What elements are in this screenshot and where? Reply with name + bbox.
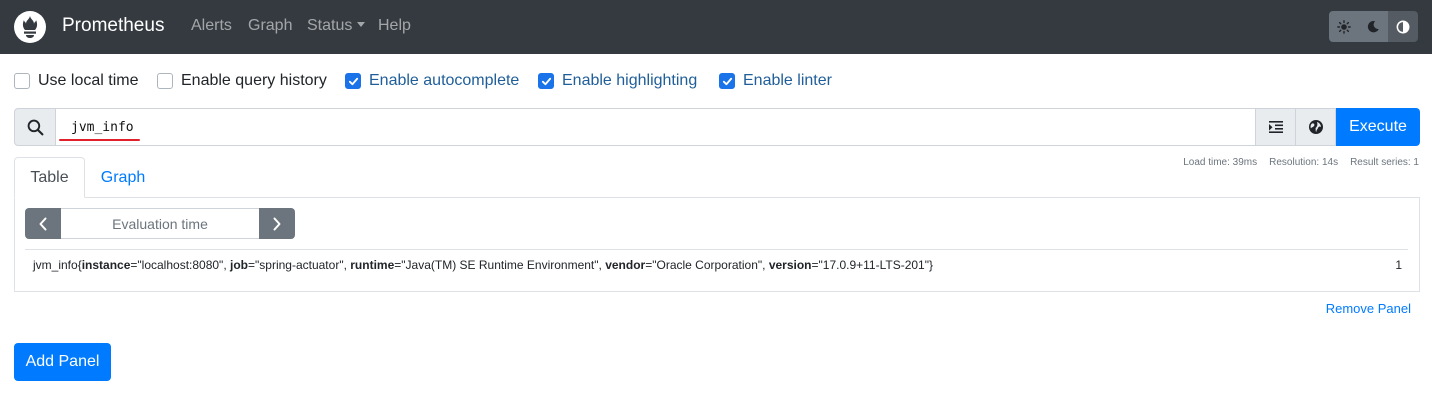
sun-icon <box>1337 19 1351 34</box>
label-value: "Oracle Corporation" <box>652 258 763 272</box>
use-local-time-label: Use local time <box>38 72 139 89</box>
metrics-explorer-button[interactable] <box>1296 108 1336 146</box>
caret-down-icon <box>357 22 366 27</box>
metric-name: jvm_info <box>33 258 78 272</box>
light-theme-button[interactable] <box>1329 11 1359 42</box>
query-bar: jvm_info Execute <box>14 108 1420 146</box>
label-value: "spring-actuator" <box>255 258 344 272</box>
enable-query-history-label: Enable query history <box>181 72 327 89</box>
query-stats: Load time: 39ms Resolution: 14s Result s… <box>1183 157 1419 168</box>
load-time: Load time: 39ms <box>1183 157 1258 168</box>
expression-input[interactable]: jvm_info <box>56 108 1256 146</box>
brand-title[interactable]: Prometheus <box>62 15 164 37</box>
label-name: job <box>230 258 248 272</box>
remove-panel-link[interactable]: Remove Panel <box>1326 301 1411 316</box>
label-name: version <box>768 258 812 272</box>
label-name: vendor <box>605 258 646 272</box>
enable-query-history-option[interactable]: Enable query history <box>157 70 327 92</box>
series-value: 1 <box>1395 258 1402 272</box>
use-local-time-option[interactable]: Use local time <box>14 70 138 92</box>
resolution: Resolution: 14s <box>1269 157 1339 168</box>
enable-highlighting-checkbox[interactable] <box>538 73 554 89</box>
format-expression-button[interactable] <box>1256 108 1296 146</box>
search-icon <box>27 119 43 135</box>
label-value: "Java(TM) SE Runtime Environment" <box>401 258 599 272</box>
expression-text[interactable]: jvm_info <box>71 120 134 135</box>
enable-highlighting-label: Enable highlighting <box>562 72 698 89</box>
theme-toggle-group <box>1329 11 1418 42</box>
nav-status-dropdown[interactable]: Status <box>307 17 366 35</box>
label-value: "17.0.9+11-LTS-201" <box>818 258 929 272</box>
nav-alerts-link[interactable]: Alerts <box>191 17 232 35</box>
dark-theme-button[interactable] <box>1358 11 1389 42</box>
enable-linter-checkbox[interactable] <box>719 73 735 89</box>
browser-theme-button[interactable] <box>1388 11 1418 42</box>
tab-graph[interactable]: Graph <box>86 157 160 198</box>
nav-help-link[interactable]: Help <box>378 17 411 35</box>
series-labelset: jvm_info{instance="localhost:8080", job=… <box>33 258 934 272</box>
evaluation-time-input[interactable]: Evaluation time <box>61 208 259 239</box>
chevron-left-icon <box>39 217 47 230</box>
enable-autocomplete-checkbox[interactable] <box>345 73 361 89</box>
enable-linter-label: Enable linter <box>743 72 832 89</box>
nav-graph-link[interactable]: Graph <box>248 17 292 35</box>
moon-icon <box>1367 20 1379 33</box>
label-name: instance <box>81 258 131 272</box>
red-underline-annotation <box>59 139 140 141</box>
chevron-right-icon <box>273 217 281 230</box>
enable-autocomplete-label: Enable autocomplete <box>369 72 520 89</box>
navbar: Prometheus Alerts Graph Status Help <box>0 0 1432 54</box>
enable-autocomplete-option[interactable]: Enable autocomplete <box>345 70 519 92</box>
search-addon <box>14 108 56 146</box>
globe-icon <box>1308 120 1323 134</box>
use-local-time-checkbox[interactable] <box>14 73 30 89</box>
evaluation-time-control: Evaluation time <box>25 208 295 239</box>
nav-status-label: Status <box>307 17 353 34</box>
next-time-button[interactable] <box>259 208 295 239</box>
add-panel-button[interactable]: Add Panel <box>14 343 111 381</box>
enable-query-history-checkbox[interactable] <box>157 73 173 89</box>
label-value: "localhost:8080" <box>137 258 224 272</box>
prometheus-logo-icon[interactable] <box>14 11 46 43</box>
enable-linter-option[interactable]: Enable linter <box>719 70 832 92</box>
execute-button[interactable]: Execute <box>1336 108 1420 146</box>
result-series: Result series: 1 <box>1350 157 1419 168</box>
enable-highlighting-option[interactable]: Enable highlighting <box>538 70 697 92</box>
previous-time-button[interactable] <box>25 208 61 239</box>
tab-table[interactable]: Table <box>14 157 85 198</box>
label-name: runtime <box>350 258 395 272</box>
indent-icon <box>1268 121 1283 133</box>
table-divider <box>25 249 1408 250</box>
half-circle-icon <box>1396 20 1410 33</box>
